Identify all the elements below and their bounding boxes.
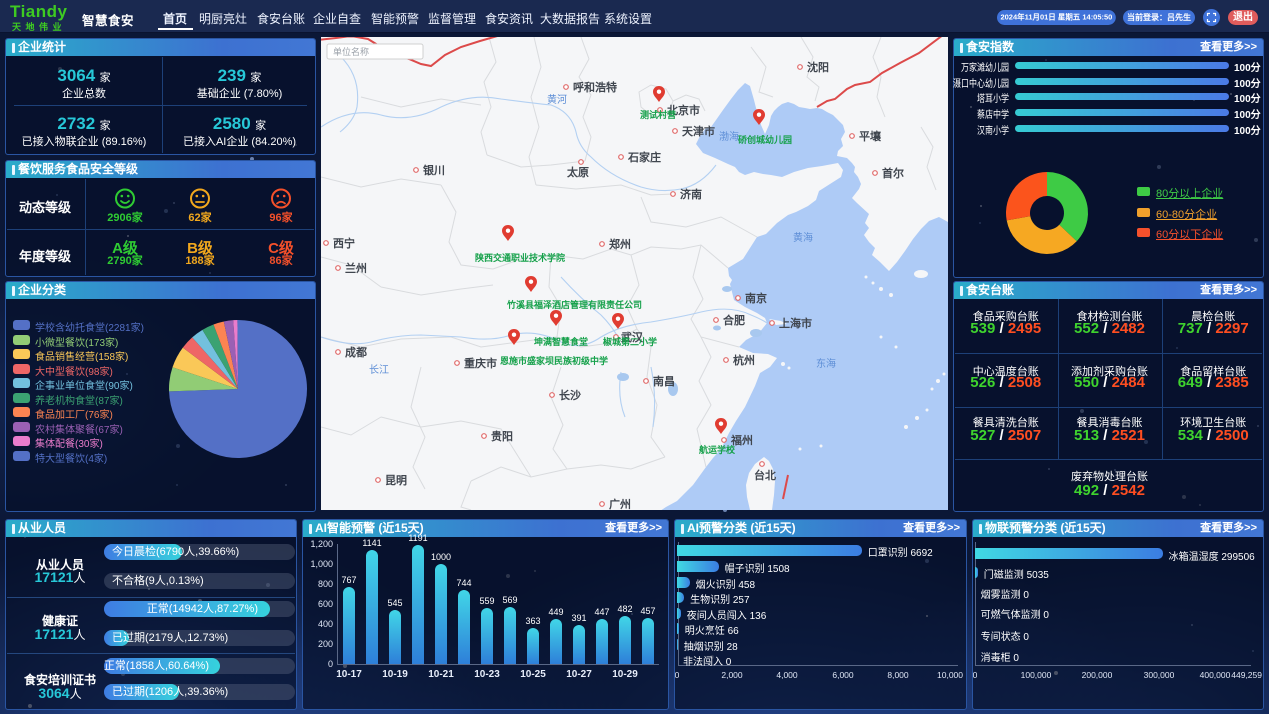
svg-text:天津市: 天津市 xyxy=(682,124,715,138)
svg-text:南京: 南京 xyxy=(745,291,767,305)
svg-text:广州: 广州 xyxy=(609,497,631,510)
svg-text:黄海: 黄海 xyxy=(793,231,813,244)
svg-text:长沙: 长沙 xyxy=(559,388,581,402)
svg-text:太原: 太原 xyxy=(566,165,589,179)
svg-text:济南: 济南 xyxy=(680,187,702,201)
svg-text:台北: 台北 xyxy=(754,468,776,482)
svg-text:兰州: 兰州 xyxy=(345,261,367,275)
svg-text:杭州: 杭州 xyxy=(733,353,755,367)
svg-text:西宁: 西宁 xyxy=(333,236,355,250)
svg-text:单位名称: 单位名称 xyxy=(333,46,369,57)
svg-text:重庆市: 重庆市 xyxy=(464,356,497,370)
svg-text:石家庄: 石家庄 xyxy=(627,150,661,164)
svg-text:黄河: 黄河 xyxy=(547,93,567,106)
svg-text:航运学校: 航运学校 xyxy=(699,444,736,455)
svg-text:硚创城幼儿园: 硚创城幼儿园 xyxy=(738,134,792,145)
svg-text:陕西交通职业技术学院: 陕西交通职业技术学院 xyxy=(475,252,565,263)
svg-text:竹溪县福泽酒店管理有限责任公司: 竹溪县福泽酒店管理有限责任公司 xyxy=(506,299,642,310)
svg-text:昆明: 昆明 xyxy=(385,474,407,487)
svg-text:渤海: 渤海 xyxy=(719,130,739,143)
svg-text:东海: 东海 xyxy=(816,357,836,370)
svg-text:长江: 长江 xyxy=(369,364,389,376)
svg-text:合肥: 合肥 xyxy=(723,313,745,327)
svg-text:首尔: 首尔 xyxy=(882,166,904,180)
svg-text:郑州: 郑州 xyxy=(609,237,631,251)
svg-text:沈阳: 沈阳 xyxy=(807,60,829,74)
svg-text:成都: 成都 xyxy=(345,345,367,359)
svg-text:银川: 银川 xyxy=(423,163,445,177)
svg-text:平壤: 平壤 xyxy=(859,129,882,143)
svg-text:恩施市盛家坝民族初级中学: 恩施市盛家坝民族初级中学 xyxy=(500,355,608,366)
svg-text:坤满智慧食堂: 坤满智慧食堂 xyxy=(534,336,588,347)
svg-text:贵阳: 贵阳 xyxy=(491,429,513,443)
svg-text:测试村营: 测试村营 xyxy=(640,109,676,120)
svg-text:上海市: 上海市 xyxy=(779,316,812,330)
svg-text:呼和浩特: 呼和浩特 xyxy=(573,80,617,94)
svg-text:南昌: 南昌 xyxy=(653,374,675,388)
svg-text:椒城第二小学: 椒城第二小学 xyxy=(603,336,657,347)
